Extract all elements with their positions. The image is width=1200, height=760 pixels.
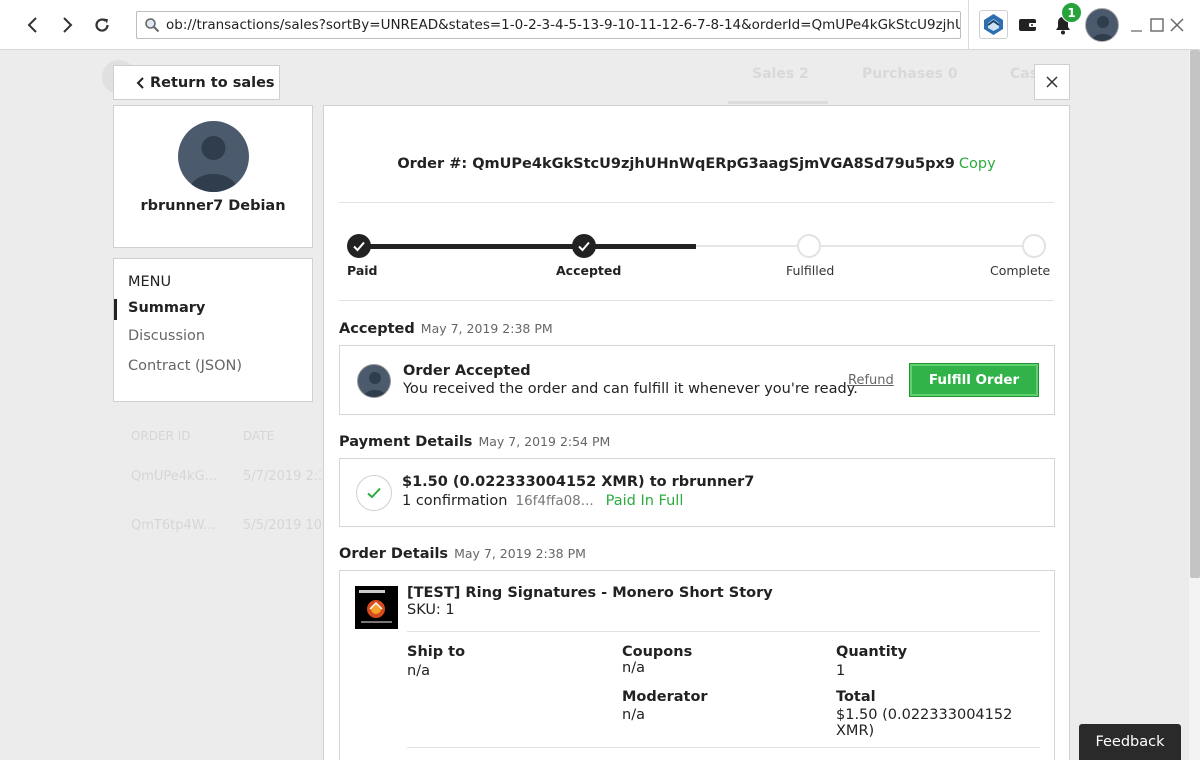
bg-tab-purchases: Purchases 0 bbox=[862, 66, 958, 82]
order-accepted-card: Order Accepted You received the order an… bbox=[339, 345, 1055, 415]
bg-row-date: 5/5/2019 10 bbox=[243, 518, 321, 533]
buyer-avatar bbox=[357, 364, 391, 398]
menu-card: MENU Summary Discussion Contract (JSON) bbox=[113, 258, 313, 402]
step-paid-check-icon bbox=[347, 234, 371, 258]
product-thumbnail[interactable] bbox=[355, 586, 398, 629]
quantity-label: Quantity bbox=[836, 644, 908, 660]
progress-filled bbox=[359, 244, 696, 249]
return-to-sales-label: Return to sales bbox=[150, 74, 275, 91]
step-label-fulfilled: Fulfilled bbox=[786, 263, 835, 278]
bg-tab-underline bbox=[728, 101, 828, 104]
payment-amount: $1.50 (0.022333004152 XMR) to rbrunner7 bbox=[402, 474, 755, 490]
product-title[interactable]: [TEST] Ring Signatures - Monero Short St… bbox=[407, 585, 773, 601]
server-icon[interactable] bbox=[979, 10, 1008, 39]
step-label-paid: Paid bbox=[347, 263, 378, 278]
divider bbox=[407, 631, 1040, 632]
divider bbox=[339, 300, 1054, 301]
accepted-title: Accepted bbox=[339, 321, 415, 337]
total-label: Total bbox=[836, 689, 876, 705]
top-bar: ob://transactions/sales?sortBy=UNREAD&st… bbox=[0, 0, 1200, 50]
step-label-accepted: Accepted bbox=[556, 263, 622, 278]
payment-check-icon bbox=[356, 475, 392, 511]
bg-row-id: QmT6tp4W... bbox=[131, 518, 216, 533]
moderator-value: n/a bbox=[622, 707, 645, 723]
fulfill-order-button[interactable]: Fulfill Order bbox=[909, 363, 1039, 397]
product-sku: SKU: 1 bbox=[407, 602, 455, 618]
forward-arrow-icon[interactable] bbox=[54, 12, 80, 38]
transaction-id-link[interactable]: 16f4ffa08... bbox=[516, 493, 594, 509]
payment-date: May 7, 2019 2:54 PM bbox=[478, 434, 611, 449]
feedback-button[interactable]: Feedback bbox=[1079, 724, 1181, 760]
close-button[interactable] bbox=[1034, 64, 1070, 100]
divider bbox=[407, 747, 1040, 748]
order-details-card: [TEST] Ring Signatures - Monero Short St… bbox=[339, 570, 1055, 760]
bg-col-date: DATE bbox=[243, 429, 275, 443]
payment-confirmations: 1 confirmation bbox=[402, 493, 508, 509]
bg-col-order-id: ORDER ID bbox=[131, 429, 191, 443]
address-bar[interactable]: ob://transactions/sales?sortBy=UNREAD&st… bbox=[136, 11, 961, 39]
bg-row-id: QmUPe4kG... bbox=[131, 469, 218, 484]
profile-avatar bbox=[178, 121, 249, 192]
maximize-icon[interactable] bbox=[1149, 17, 1165, 33]
moderator-label: Moderator bbox=[622, 689, 708, 705]
menu-active-indicator bbox=[114, 299, 117, 320]
user-avatar[interactable] bbox=[1085, 8, 1119, 42]
step-label-complete: Complete bbox=[990, 263, 1051, 278]
menu-item-summary[interactable]: Summary bbox=[128, 300, 205, 316]
payment-status: Paid In Full bbox=[605, 493, 684, 509]
payment-status-line: 1 confirmation 16f4ffa08... Paid In Full bbox=[402, 493, 683, 509]
details-title: Order Details bbox=[339, 546, 449, 562]
return-to-sales-button[interactable]: Return to sales bbox=[113, 65, 280, 100]
profile-card: rbrunner7 Debian bbox=[113, 105, 313, 248]
accepted-heading: Accepted May 7, 2019 2:38 PM bbox=[339, 321, 553, 337]
order-number: Order #: QmUPe4kGkStcU9zjhUHnWqERpG3aagS… bbox=[397, 156, 955, 172]
coupons-label: Coupons bbox=[622, 644, 693, 660]
order-accepted-text: You received the order and can fulfill i… bbox=[403, 381, 858, 397]
copy-link[interactable]: Copy bbox=[959, 156, 996, 172]
bg-row-date: 5/7/2019 2:3 bbox=[243, 469, 321, 484]
back-arrow-icon[interactable] bbox=[20, 12, 46, 38]
menu-title: MENU bbox=[128, 274, 172, 290]
coupons-value: n/a bbox=[622, 660, 645, 676]
ship-to-value: n/a bbox=[407, 663, 430, 679]
reload-icon[interactable] bbox=[89, 12, 115, 38]
ship-to-label: Ship to bbox=[407, 644, 466, 660]
bg-tab-sales: Sales 2 bbox=[752, 66, 809, 82]
progress-remaining bbox=[696, 245, 1034, 247]
step-fulfilled-dot bbox=[797, 234, 821, 258]
payment-heading: Payment Details May 7, 2019 2:54 PM bbox=[339, 434, 610, 450]
wallet-icon[interactable] bbox=[1017, 15, 1039, 35]
quantity-value: 1 bbox=[836, 663, 846, 679]
profile-name: rbrunner7 Debian bbox=[140, 198, 286, 214]
toolbar-divider bbox=[968, 0, 969, 49]
order-panel: Order #: QmUPe4kGkStcU9zjhUHnWqERpG3aagS… bbox=[323, 105, 1070, 760]
window-close-icon[interactable] bbox=[1169, 17, 1185, 33]
refund-link[interactable]: Refund bbox=[848, 373, 894, 388]
minimize-icon[interactable] bbox=[1129, 16, 1143, 34]
order-accepted-title: Order Accepted bbox=[403, 363, 531, 379]
search-icon bbox=[145, 18, 160, 33]
payment-title: Payment Details bbox=[339, 434, 473, 450]
details-date: May 7, 2019 2:38 PM bbox=[454, 546, 586, 561]
close-icon bbox=[1046, 76, 1058, 88]
step-complete-dot bbox=[1022, 234, 1046, 258]
chevron-left-icon bbox=[136, 77, 144, 89]
scrollbar-thumb[interactable] bbox=[1190, 50, 1200, 578]
order-number-line: Order #: QmUPe4kGkStcU9zjhUHnWqERpG3aagS… bbox=[324, 156, 1069, 172]
url-text: ob://transactions/sales?sortBy=UNREAD&st… bbox=[166, 17, 960, 33]
menu-item-contract[interactable]: Contract (JSON) bbox=[128, 358, 242, 374]
menu-item-discussion[interactable]: Discussion bbox=[128, 328, 205, 344]
payment-card: $1.50 (0.022333004152 XMR) to rbrunner7 … bbox=[339, 458, 1055, 527]
details-heading: Order Details May 7, 2019 2:38 PM bbox=[339, 546, 586, 562]
total-value: $1.50 (0.022333004152 XMR) bbox=[836, 707, 1013, 739]
notification-badge: 1 bbox=[1061, 2, 1082, 23]
accepted-date: May 7, 2019 2:38 PM bbox=[420, 321, 553, 336]
divider bbox=[339, 202, 1054, 203]
step-accepted-check-icon bbox=[572, 234, 596, 258]
